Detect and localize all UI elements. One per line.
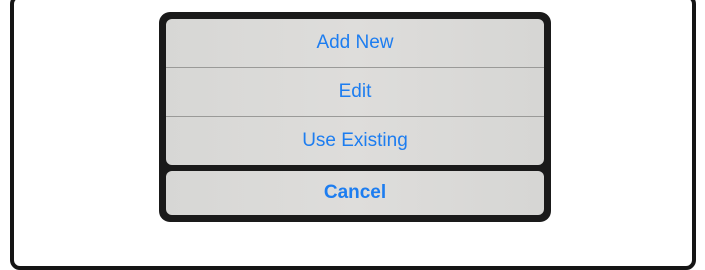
add-new-button[interactable]: Add New [166,19,544,67]
action-sheet-cancel-group: Cancel [166,171,544,215]
edit-button[interactable]: Edit [166,67,544,116]
action-sheet-options: Add New Edit Use Existing [166,19,544,165]
action-sheet: Add New Edit Use Existing Cancel [159,12,551,222]
use-existing-button[interactable]: Use Existing [166,116,544,165]
cancel-button[interactable]: Cancel [166,171,544,215]
